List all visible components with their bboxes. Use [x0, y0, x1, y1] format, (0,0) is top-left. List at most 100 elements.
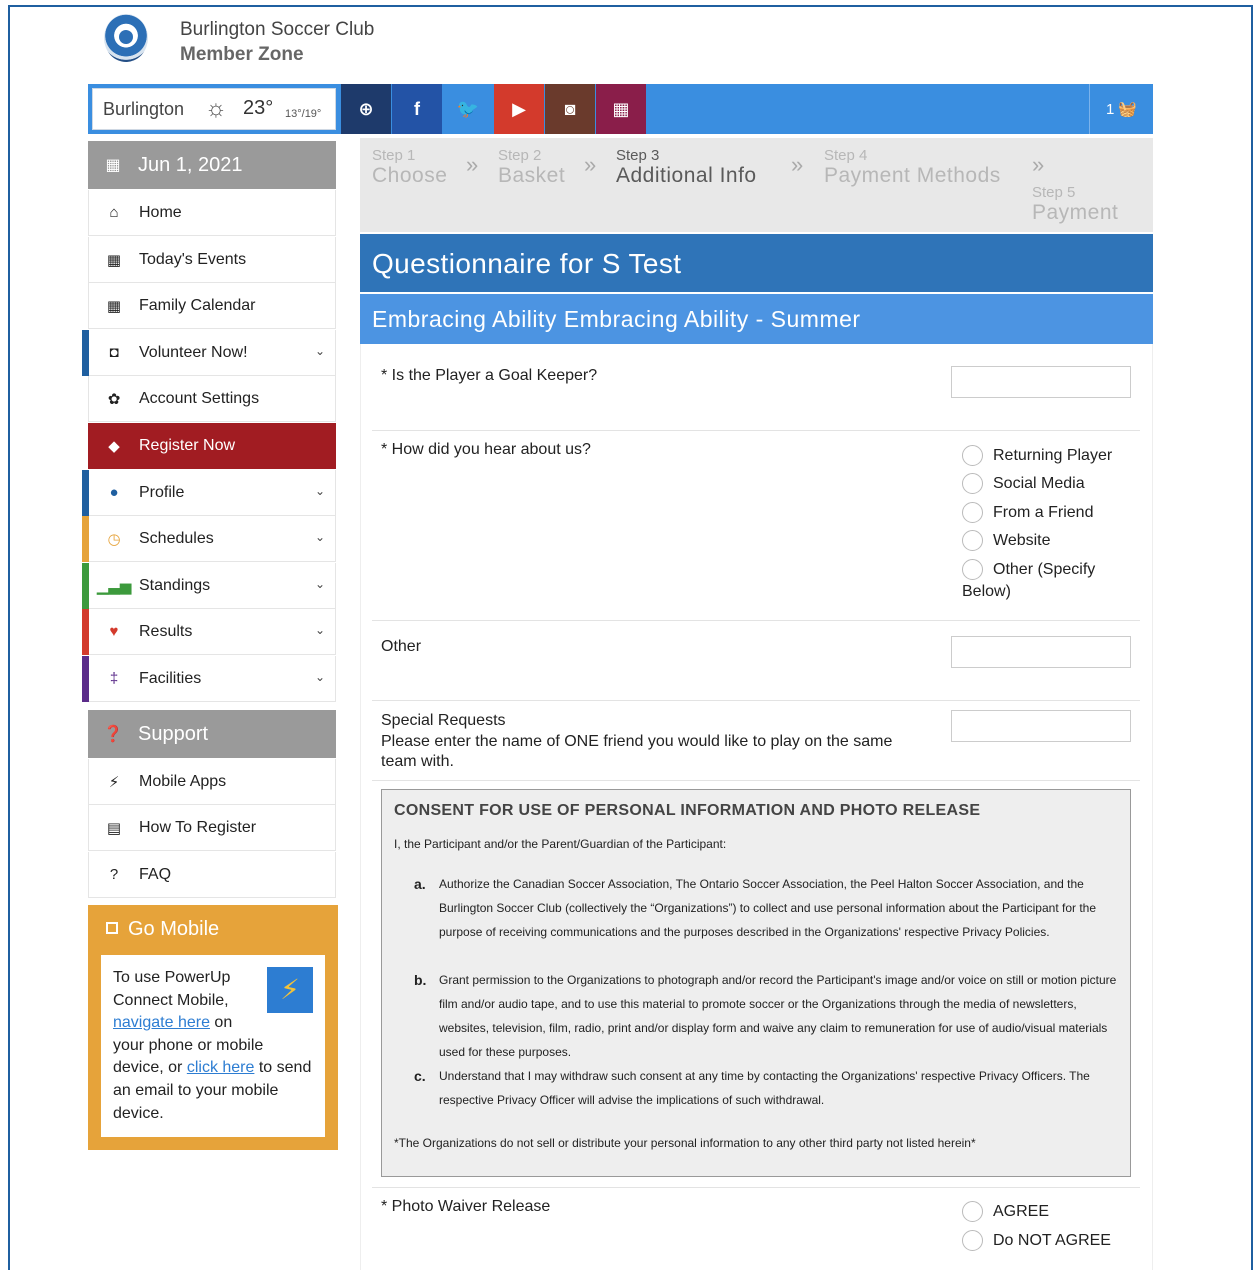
sidebar-item-label: Standings: [139, 576, 211, 594]
radio-other[interactable]: Other (Specify: [962, 559, 1095, 580]
home-icon: ⌂: [109, 204, 119, 221]
special-requests-input[interactable]: [951, 710, 1131, 742]
facebook-icon[interactable]: f: [392, 84, 442, 134]
support-title: Support: [138, 722, 209, 745]
support-header: ❓ Support: [88, 710, 336, 758]
divider: [372, 620, 1140, 621]
basket-icon: 🧺: [1118, 101, 1138, 118]
step-4: Step 4 Payment Methods: [824, 147, 1001, 187]
sidebar-item-facilities[interactable]: ‡ Facilities ⌄: [82, 656, 336, 702]
questionnaire-title: Questionnaire for S Test: [360, 234, 1153, 292]
radio-website[interactable]: Website: [962, 530, 1051, 551]
consent-footer: *The Organizations do not sell or distri…: [394, 1136, 976, 1150]
program-subtitle: Embracing Ability Embracing Ability - Su…: [360, 294, 1153, 344]
chevron-right-icon: »: [1032, 152, 1045, 177]
radio-circle[interactable]: [962, 1230, 983, 1251]
sidebar-item-mobile-apps[interactable]: ⚡ Mobile Apps: [88, 759, 336, 805]
tag-icon: ◆: [108, 437, 120, 455]
radio-circle[interactable]: [962, 1201, 983, 1222]
step-2[interactable]: Step 2 Basket: [498, 147, 565, 188]
consent-title: CONSENT FOR USE OF PERSONAL INFORMATION …: [394, 802, 981, 819]
sidebar-item-home[interactable]: ⌂ Home: [88, 190, 336, 236]
sidebar-item-results[interactable]: ♥ Results ⌄: [82, 609, 336, 655]
chevron-down-icon: ⌄: [314, 484, 325, 498]
club-logo[interactable]: [104, 14, 148, 62]
club-name: Burlington Soccer Club: [180, 19, 375, 40]
chevron-down-icon: ⌄: [314, 670, 325, 684]
navigate-here-link[interactable]: navigate here: [113, 1014, 210, 1031]
calendar-icon[interactable]: ▦: [596, 84, 646, 134]
radio-circle[interactable]: [962, 445, 983, 466]
special-requests-help: Please enter the name of ONE friend you …: [381, 733, 893, 770]
weather-widget: Burlington ☼ 23° 13°/19°: [92, 88, 336, 130]
sidebar-item-label: Home: [139, 203, 182, 221]
sidebar-item-family-calendar[interactable]: ▦ Family Calendar: [88, 283, 336, 329]
radio-do-not-agree[interactable]: Do NOT AGREE: [962, 1230, 1111, 1251]
sidebar-item-label: Family Calendar: [139, 296, 256, 314]
radio-circle[interactable]: [962, 473, 983, 494]
signpost-icon: ‡: [109, 670, 119, 687]
weather-city: Burlington: [103, 99, 185, 119]
twitter-icon[interactable]: 🐦: [443, 84, 493, 134]
sidebar-item-register-now[interactable]: ◆ Register Now: [88, 423, 336, 469]
radio-agree[interactable]: AGREE: [962, 1201, 1049, 1222]
sidebar-item-standings[interactable]: ▁▃▅ Standings ⌄: [82, 563, 336, 609]
sidebar-item-label: Results: [139, 622, 193, 640]
sidebar-item-label: FAQ: [139, 865, 172, 883]
radio-circle[interactable]: [962, 530, 983, 551]
sidebar-item-label: Volunteer Now!: [139, 343, 248, 361]
radio-social-media[interactable]: Social Media: [962, 473, 1085, 494]
chevron-down-icon: ⌄: [314, 623, 325, 637]
divider: [372, 1187, 1140, 1188]
sidebar-item-label: Profile: [139, 483, 185, 501]
divider: [372, 780, 1140, 781]
sidebar-date-header: ▦ Jun 1, 2021: [88, 141, 336, 189]
cart-button[interactable]: 1 🧺: [1089, 84, 1153, 134]
other-input[interactable]: [951, 636, 1131, 668]
cart-count: 1: [1105, 100, 1115, 118]
chevron-right-icon: »: [466, 152, 479, 177]
sidebar-item-faq[interactable]: ? FAQ: [88, 852, 336, 898]
sun-icon: ☼: [205, 95, 227, 122]
sidebar-item-how-to-register[interactable]: ▤ How To Register: [88, 805, 336, 851]
instagram-icon[interactable]: ◙: [545, 84, 595, 134]
sidebar-item-todays-events[interactable]: ▦ Today's Events: [88, 237, 336, 283]
sidebar-item-volunteer[interactable]: ◘ Volunteer Now! ⌄: [82, 330, 336, 376]
other-question: Other: [381, 638, 422, 655]
sidebar-date: Jun 1, 2021: [138, 153, 243, 176]
hear-question: * How did you hear about us?: [381, 441, 591, 458]
question-icon: ?: [109, 866, 119, 883]
goalkeeper-input[interactable]: [951, 366, 1131, 398]
radio-circle[interactable]: [962, 502, 983, 523]
step-1[interactable]: Step 1 Choose: [372, 147, 447, 188]
calendar-icon: ▦: [106, 297, 122, 315]
sidebar-item-label: Schedules: [139, 529, 214, 547]
click-here-link[interactable]: click here: [187, 1059, 255, 1076]
sidebar-item-account-settings[interactable]: ✿ Account Settings: [88, 376, 336, 422]
sidebar-item-label: How To Register: [139, 818, 257, 836]
go-mobile-body: ⚡ To use PowerUp Connect Mobile, navigat…: [101, 955, 325, 1137]
sidebar-item-label: Facilities: [139, 669, 202, 687]
user-icon: ●: [109, 484, 119, 501]
checkout-steps: Step 1 Choose » Step 2 Basket » Step 3 Addi…: [360, 138, 1153, 232]
radio-returning-player[interactable]: Returning Player: [962, 445, 1112, 466]
bolt-icon: ⚡: [267, 967, 313, 1013]
consent-box: CONSENT FOR USE OF PERSONAL INFORMATION …: [381, 789, 1131, 1177]
radio-circle[interactable]: [962, 559, 983, 580]
sidebar-item-profile[interactable]: ● Profile ⌄: [82, 470, 336, 516]
question-icon: ❓: [103, 726, 123, 743]
chevron-right-icon: »: [584, 152, 597, 177]
mobile-icon: [106, 922, 118, 934]
weather-range: 13°/19°: [285, 108, 322, 120]
radio-other-label-cont: Below): [962, 583, 1011, 600]
calendar-icon: ▦: [106, 251, 122, 269]
globe-icon[interactable]: ⊕: [341, 84, 391, 134]
sidebar-item-label: Today's Events: [139, 250, 247, 268]
chevron-right-icon: »: [791, 152, 804, 177]
go-mobile-panel: Go Mobile ⚡ To use PowerUp Connect Mobil…: [88, 905, 338, 1150]
radio-from-a-friend[interactable]: From a Friend: [962, 502, 1093, 523]
sidebar-item-label: Register Now: [139, 436, 236, 454]
sidebar-item-schedules[interactable]: ◷ Schedules ⌄: [82, 516, 336, 562]
trophy-icon: ♥: [109, 623, 119, 640]
youtube-icon[interactable]: ▶: [494, 84, 544, 134]
